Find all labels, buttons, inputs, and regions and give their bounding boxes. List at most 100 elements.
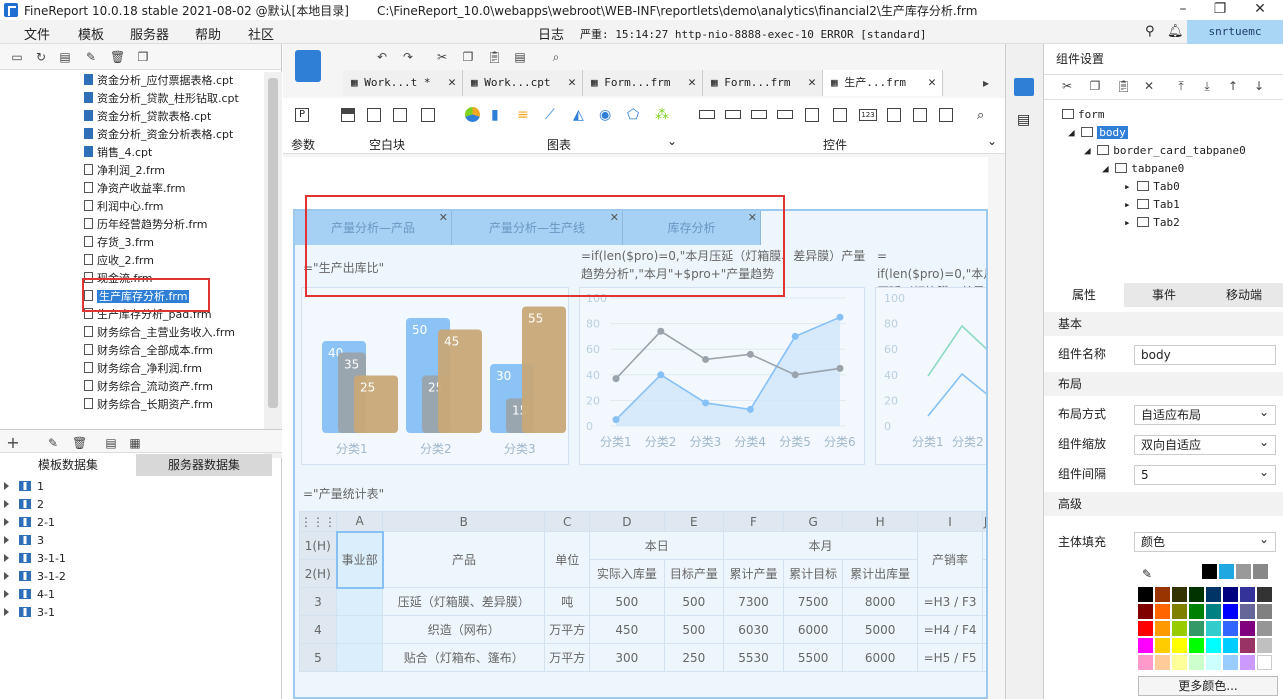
tab-mobile[interactable]: 移动端 [1204, 283, 1283, 307]
empty-cell[interactable] [982, 615, 986, 644]
expand-icon[interactable]: ◢ [1068, 126, 1081, 139]
color-swatch[interactable] [1189, 655, 1204, 670]
color-swatch[interactable] [1172, 621, 1187, 636]
color-swatch[interactable] [1155, 621, 1170, 636]
blank-block-icon-3[interactable] [393, 108, 407, 122]
dataset-item[interactable]: 2-1 [4, 514, 55, 532]
col-header[interactable]: H [842, 511, 918, 532]
table-cell[interactable]: 织造（网布） [382, 615, 546, 644]
expand-icon[interactable]: ◢ [1102, 162, 1115, 175]
table-cell[interactable]: =H3 / F3 [916, 587, 984, 616]
col-header[interactable]: A [335, 511, 384, 532]
table-cell[interactable]: 贴合（灯箱布、篷布） [382, 643, 546, 672]
file-item[interactable]: 净利润_2.frm [84, 162, 165, 180]
log-button[interactable]: 日志 [538, 24, 564, 43]
color-swatch[interactable] [1189, 638, 1204, 653]
sub-header[interactable]: 实际入库量 [589, 559, 665, 588]
empty-cell[interactable] [982, 643, 986, 672]
empty-cell[interactable] [982, 559, 986, 588]
product-header[interactable]: 产品 [382, 531, 546, 588]
collapse-icon[interactable]: ▸ [1124, 216, 1137, 229]
file-item[interactable]: 财务综合_全部成本.frm [84, 342, 213, 360]
cut-icon[interactable]: ✂ [435, 50, 449, 64]
edit-icon[interactable]: ✎ [84, 50, 98, 64]
dept-cell-empty[interactable] [335, 615, 384, 644]
empty-cell[interactable] [982, 587, 986, 616]
color-swatch[interactable] [1223, 638, 1238, 653]
number-widget-icon[interactable]: 123 [859, 109, 877, 121]
edit-dataset-icon[interactable]: ✎ [46, 436, 60, 450]
tab-template-dataset[interactable]: 模板数据集 [0, 454, 136, 476]
blank-block-icon-4[interactable] [421, 108, 435, 122]
tab-events[interactable]: 事件 [1124, 283, 1204, 307]
color-swatch[interactable] [1223, 604, 1238, 619]
more-colors-button[interactable]: 更多颜色... [1138, 676, 1278, 696]
query-widget-icon[interactable]: ⌕ [977, 108, 984, 123]
template-tab[interactable]: ▦ Work...cpt ✕ [463, 70, 583, 96]
sub-header[interactable]: 目标产量 [663, 559, 725, 588]
file-list-scrollbar[interactable] [264, 72, 282, 458]
template-tab[interactable]: ▦ Work...t * ✕ [343, 70, 463, 96]
table-cell[interactable]: 6030 [723, 615, 784, 644]
section-basic[interactable]: 基本 [1044, 312, 1283, 336]
gap-spinner[interactable]: 5 [1134, 463, 1276, 485]
color-swatch[interactable] [1219, 564, 1234, 579]
tree-widget-icon[interactable] [939, 108, 953, 122]
color-swatch[interactable] [1223, 655, 1238, 670]
file-item[interactable]: 资金分析_应付票据表格.cpt [84, 72, 233, 90]
file-item[interactable]: 净资产收益率.frm [84, 180, 185, 198]
table-cell[interactable]: 万平方 [544, 615, 591, 644]
scale-select[interactable]: 双向自适应 [1134, 433, 1276, 455]
tree-tab2[interactable]: ▸ Tab2 [1124, 214, 1180, 232]
expand-icon[interactable] [4, 554, 9, 562]
color-swatch[interactable] [1138, 655, 1153, 670]
col-header[interactable]: C [544, 511, 591, 532]
radio-widget-icon[interactable] [887, 108, 901, 122]
expand-icon[interactable] [4, 590, 9, 598]
close-button[interactable]: ✕ [1240, 0, 1280, 20]
color-swatch[interactable] [1240, 638, 1255, 653]
dataset-item[interactable]: 1 [4, 478, 44, 496]
section-layout[interactable]: 布局 [1044, 372, 1283, 396]
button-widget-icon[interactable] [751, 110, 767, 119]
tab-properties[interactable]: 属性 [1044, 283, 1124, 307]
format-icon[interactable]: ▤ [513, 50, 527, 64]
table-cell[interactable]: 6000 [842, 643, 918, 672]
month-header[interactable]: 本月 [723, 531, 918, 560]
add-dataset-icon[interactable]: + [6, 435, 20, 451]
color-swatch[interactable] [1240, 587, 1255, 602]
template-tab[interactable]: ▦ 生产...frm ✕ [823, 70, 943, 96]
color-swatch[interactable] [1223, 621, 1238, 636]
color-swatch[interactable] [1172, 604, 1187, 619]
dataset-item[interactable]: 3-1 [4, 604, 55, 622]
color-swatch[interactable] [1155, 655, 1170, 670]
table-cell[interactable]: 500 [663, 587, 725, 616]
design-canvas[interactable]: 产量分析—产品 ✕ 产量分析—生产线 ✕ 库存分析 ✕ ="生产出库比" =if(le… [283, 157, 988, 699]
color-swatch[interactable] [1257, 604, 1272, 619]
table-cell[interactable]: 7500 [782, 587, 844, 616]
file-item[interactable]: 利润中心.frm [84, 198, 163, 216]
delete-icon[interactable]: 🗑︎ [110, 50, 125, 64]
table-cell[interactable]: 450 [589, 615, 665, 644]
file-item[interactable]: 财务综合_流动资产.frm [84, 378, 213, 396]
delete-icon[interactable]: ✕ [1142, 79, 1156, 93]
color-swatch[interactable] [1257, 587, 1272, 602]
file-item[interactable]: 财务综合_长期资产.frm [84, 396, 213, 414]
file-item[interactable]: 历年经营趋势分析.frm [84, 216, 207, 234]
close-icon[interactable]: ✕ [448, 70, 456, 96]
tree-tab0[interactable]: ▸ Tab0 [1124, 178, 1180, 196]
table-cell[interactable]: 7300 [723, 587, 784, 616]
color-swatch[interactable] [1206, 638, 1221, 653]
table-cell[interactable]: =H5 / F5 [916, 643, 984, 672]
dataset-item[interactable]: 3 [4, 532, 44, 550]
menu-community[interactable]: 社区 [248, 24, 274, 43]
radar-chart-icon[interactable]: ⬠ [627, 107, 639, 123]
pie-chart-icon[interactable] [465, 107, 480, 122]
name-input[interactable]: body [1134, 345, 1276, 365]
dataset-item[interactable]: 3-1-1 [4, 550, 66, 568]
tree-tab1[interactable]: ▸ Tab1 [1124, 196, 1180, 214]
color-swatch[interactable] [1223, 587, 1238, 602]
checkbox-widget-icon[interactable] [913, 108, 927, 122]
move-bottom-icon[interactable]: ⤓ [1200, 79, 1214, 93]
color-swatch[interactable] [1257, 638, 1272, 653]
